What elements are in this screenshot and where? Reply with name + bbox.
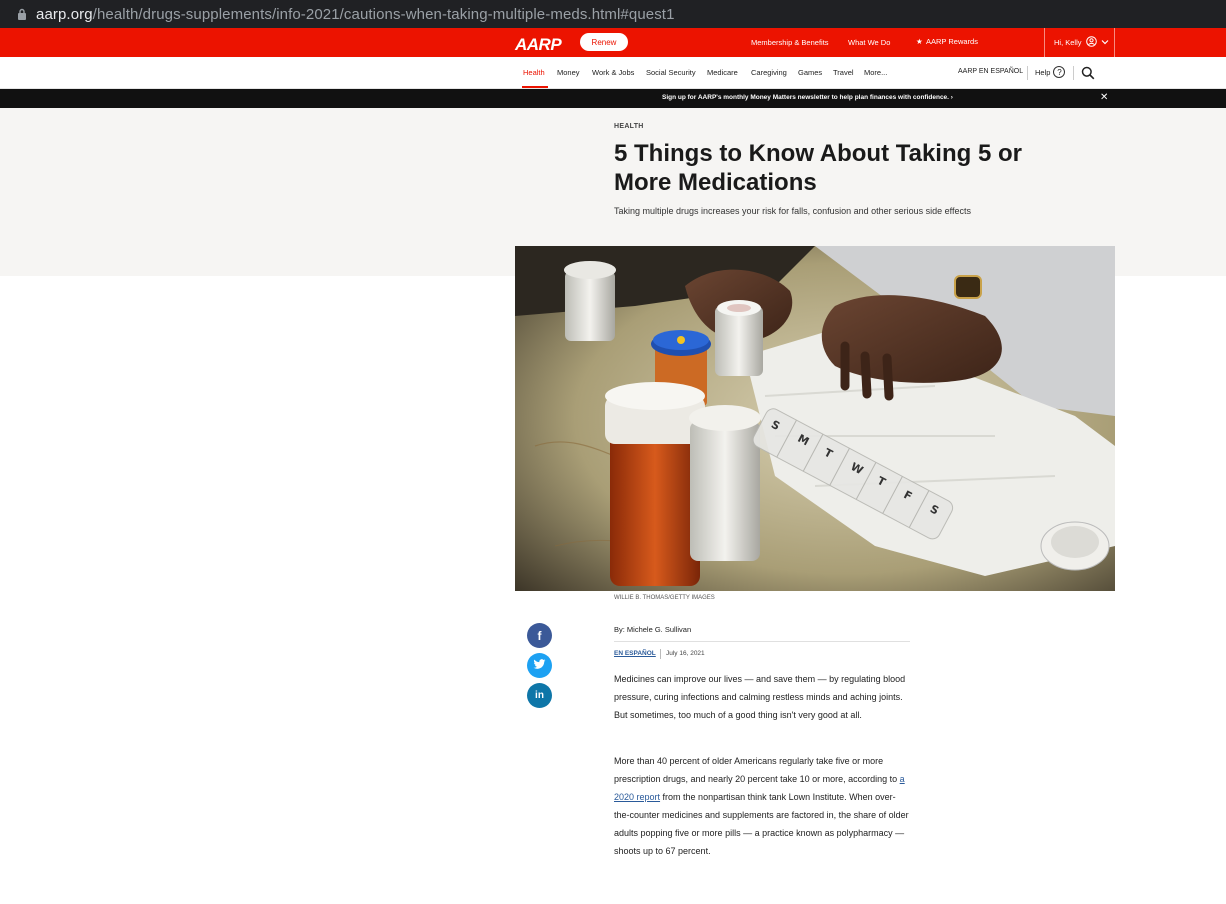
article-paragraph-2: More than 40 percent of older Americans … (614, 752, 910, 860)
article-title: 5 Things to Know About Taking 5 or More … (614, 140, 1022, 196)
byline-divider (614, 641, 910, 642)
nav-item-social-security[interactable]: Social Security (646, 68, 696, 77)
browser-url-bar[interactable]: aarp.org/health/drugs-supplements/info-2… (0, 0, 1226, 28)
help-label: Help (1035, 67, 1051, 77)
star-icon: ★ (916, 37, 923, 46)
aarp-rewards-link[interactable]: AARP Rewards (926, 37, 978, 46)
user-menu[interactable]: Hi, Kelly (1054, 36, 1109, 49)
top-header: AARP Renew Membership & Benefits What We… (0, 28, 1226, 57)
main-nav: Health Money Work & Jobs Social Security… (0, 57, 1226, 89)
publish-date: July 16, 2021 (666, 650, 705, 657)
article-paragraph-1: Medicines can improve our lives — and sa… (614, 674, 906, 720)
facebook-icon: f (537, 628, 542, 643)
url-text[interactable]: aarp.org/health/drugs-supplements/info-2… (36, 6, 675, 23)
linkedin-share-button[interactable]: in (527, 683, 552, 708)
facebook-share-button[interactable]: f (527, 623, 552, 648)
nav-item-money[interactable]: Money (557, 68, 580, 77)
twitter-share-button[interactable] (527, 653, 552, 678)
help-link[interactable]: Help ? (1035, 66, 1066, 78)
header-divider (1044, 28, 1045, 57)
nav-divider-2 (1073, 66, 1074, 80)
url-domain: aarp.org (36, 5, 93, 23)
newsletter-banner: Sign up for AARP's monthly Money Matters… (0, 89, 1226, 108)
aarp-en-espanol-link[interactable]: AARP EN ESPAÑOL (958, 68, 1023, 75)
date-divider (660, 649, 661, 659)
nav-divider (1027, 66, 1028, 80)
url-path: /health/drugs-supplements/info-2021/caut… (92, 5, 675, 23)
newsletter-banner-text[interactable]: Sign up for AARP's monthly Money Matters… (662, 94, 953, 101)
article-hero-image: S M T W T F S (515, 246, 1115, 591)
article-subtitle: Taking multiple drugs increases your ris… (614, 206, 972, 216)
search-icon[interactable] (1081, 66, 1095, 80)
nav-item-more[interactable]: More... (864, 68, 887, 77)
nav-item-caregiving[interactable]: Caregiving (751, 68, 787, 77)
linkedin-icon: in (535, 690, 544, 701)
paragraph-2-text-a: More than 40 percent of older Americans … (614, 756, 900, 784)
twitter-icon (533, 658, 546, 673)
article-category[interactable]: HEALTH (614, 123, 644, 130)
user-greeting: Hi, Kelly (1054, 38, 1082, 47)
question-icon: ? (1053, 66, 1066, 78)
nav-item-health[interactable]: Health (523, 68, 545, 77)
nav-item-games[interactable]: Games (798, 68, 822, 77)
what-we-do-link[interactable]: What We Do (848, 38, 890, 47)
lock-icon (8, 0, 36, 28)
user-icon (1085, 36, 1097, 49)
renew-button[interactable]: Renew (580, 33, 628, 51)
author-byline: By: Michele G. Sullivan (614, 625, 692, 634)
en-espanol-link[interactable]: EN ESPAÑOL (614, 650, 656, 657)
nav-item-travel[interactable]: Travel (833, 68, 854, 77)
aarp-logo[interactable]: AARP (515, 35, 562, 55)
photo-credit: WILLIE B. THOMAS/GETTY IMAGES (614, 595, 715, 601)
active-nav-indicator (522, 86, 548, 88)
nav-item-work-jobs[interactable]: Work & Jobs (592, 68, 634, 77)
chevron-down-icon (1101, 38, 1109, 47)
nav-item-medicare[interactable]: Medicare (707, 68, 738, 77)
close-icon[interactable]: ✕ (1100, 92, 1108, 104)
header-divider-right (1114, 28, 1115, 57)
membership-benefits-link[interactable]: Membership & Benefits (751, 38, 829, 47)
